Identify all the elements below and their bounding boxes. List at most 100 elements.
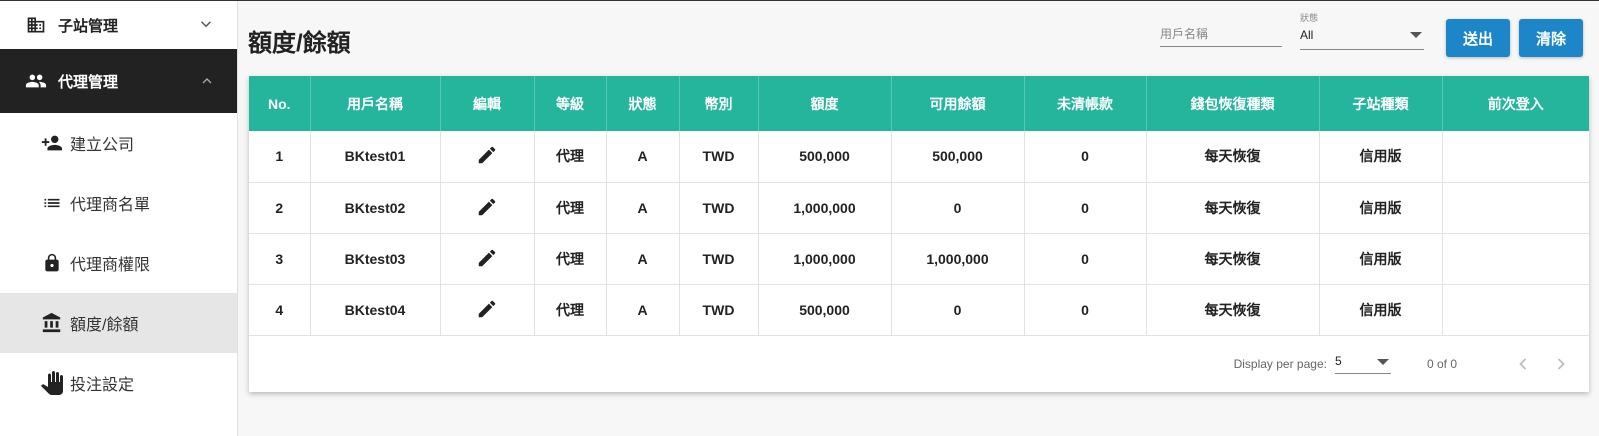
cell-level: 代理 [534,233,607,285]
sidebar-section-label: 代理管理 [58,73,119,91]
status-filter: 狀態 All [1300,11,1424,50]
cell-no: 4 [249,284,311,336]
per-page-value: 5 [1334,354,1342,368]
sidebar-item-label: 子站管理 [58,17,119,35]
edit-pencil-icon[interactable] [475,297,499,321]
cell-no: 1 [249,131,311,183]
sidebar-item-credit-balance[interactable]: 額度/餘額 [0,293,237,353]
cell-wallet: 每天恢復 [1146,284,1320,336]
cell-last-login [1442,182,1589,234]
cell-status: A [606,182,680,234]
cell-site-type: 信用版 [1319,233,1443,285]
username-filter [1160,25,1282,47]
status-select-value: All [1300,28,1314,42]
edit-cell [440,284,535,336]
page-range: 0 of 0 [1426,357,1457,371]
table-body: 1 BKtest01 代理 A TWD 500,000 500,000 0 每天恢復 信用版 2 BK… [249,131,1589,336]
cell-no: 3 [249,233,311,285]
chevron-right-icon [1557,358,1565,370]
cell-outstanding: 0 [1024,284,1147,336]
column-header: No. [249,76,311,131]
cell-currency: TWD [679,284,759,336]
column-header: 狀態 [606,76,680,131]
chevron-left-icon [1519,358,1527,370]
edit-pencil-icon[interactable] [475,195,499,219]
cell-credit: 500,000 [758,284,892,336]
table-row: 4 BKtest04 代理 A TWD 500,000 0 0 每天恢復 信用版 [249,284,1589,336]
cell-site-type: 信用版 [1319,284,1443,336]
sidebar-item-label: 投注設定 [70,377,135,394]
cell-no: 2 [249,182,311,234]
edit-pencil-icon[interactable] [475,246,499,270]
column-header: 可用餘額 [891,76,1025,131]
cell-currency: TWD [679,131,759,183]
sidebar-item-label: 代理商權限 [70,257,151,274]
cell-user: BKtest04 [310,284,441,336]
chevron-down-icon [197,15,215,38]
credit-balance-table: No. 用戶名稱 編輯 等級 狀態 幣別 額度 可用餘額 未清帳款 錢包恢復種類 子站種類 前次登入 … [249,76,1589,336]
cell-wallet: 每天恢復 [1146,131,1320,183]
sidebar-item-create-company[interactable]: 建立公司 [0,113,237,173]
edit-pencil-icon[interactable] [475,143,499,167]
sidebar-item-label: 建立公司 [70,137,135,154]
cell-credit: 1,000,000 [758,182,892,234]
table-row: 3 BKtest03 代理 A TWD 1,000,000 1,000,000 0 每天恢復 信用… [249,233,1589,285]
cell-site-type: 信用版 [1319,131,1443,183]
status-select[interactable]: All [1300,28,1424,50]
cell-user: BKtest01 [310,131,441,183]
cell-available: 0 [891,284,1025,336]
edit-cell [440,182,535,234]
column-header: 等級 [534,76,607,131]
previous-page-button[interactable] [1511,352,1535,376]
edit-cell [440,233,535,285]
cell-last-login [1442,284,1589,336]
bank-icon [40,311,64,335]
column-header: 前次登入 [1442,76,1589,131]
cell-user: BKtest02 [310,182,441,234]
cell-credit: 500,000 [758,131,892,183]
cell-level: 代理 [534,284,607,336]
next-page-button[interactable] [1549,352,1573,376]
cell-wallet: 每天恢復 [1146,233,1320,285]
submit-button[interactable]: 送出 [1446,19,1510,57]
lock-icon [40,251,64,275]
cell-outstanding: 0 [1024,131,1147,183]
sidebar-item-bet-settings[interactable]: 投注設定 [0,353,237,413]
chevron-up-icon [199,73,215,94]
cell-available: 1,000,000 [891,233,1025,285]
sidebar-item-label: 代理商名單 [70,197,151,214]
cell-site-type: 信用版 [1319,182,1443,234]
cell-outstanding: 0 [1024,182,1147,234]
dropdown-arrow-icon [1376,359,1389,365]
person-add-icon [40,131,64,155]
cell-currency: TWD [679,233,759,285]
sidebar: 子站管理 代理管理 建立公司 代理商名單 代理商權限 額度/餘額 投注設定 [0,1,238,436]
cell-status: A [606,233,680,285]
building-icon [24,13,48,37]
hand-icon [40,371,64,395]
list-icon [40,191,64,215]
column-header: 幣別 [679,76,759,131]
cell-wallet: 每天恢復 [1146,182,1320,234]
cell-currency: TWD [679,182,759,234]
clear-button[interactable]: 清除 [1519,19,1583,57]
cell-outstanding: 0 [1024,233,1147,285]
cell-status: A [606,284,680,336]
credit-balance-table-card: No. 用戶名稱 編輯 等級 狀態 幣別 額度 可用餘額 未清帳款 錢包恢復種類 子站種類 前次登入 … [249,76,1589,392]
page-title: 額度/餘額 [248,30,351,57]
sidebar-item-substation-management[interactable]: 子站管理 [0,1,237,49]
username-input[interactable] [1160,27,1282,41]
column-header: 編輯 [440,76,535,131]
cell-level: 代理 [534,131,607,183]
column-header: 錢包恢復種類 [1146,76,1320,131]
cell-user: BKtest03 [310,233,441,285]
cell-last-login [1442,131,1589,183]
sidebar-item-agent-permissions[interactable]: 代理商權限 [0,233,237,293]
dropdown-arrow-icon [1410,32,1422,38]
table-header: No. 用戶名稱 編輯 等級 狀態 幣別 額度 可用餘額 未清帳款 錢包恢復種類 子站種類 前次登入 [249,76,1589,131]
per-page-select[interactable]: 5 [1334,354,1391,374]
sidebar-item-agent-list[interactable]: 代理商名單 [0,173,237,233]
sidebar-item-label: 額度/餘額 [70,317,139,334]
sidebar-section-agent-management[interactable]: 代理管理 [0,49,237,113]
table-row: 2 BKtest02 代理 A TWD 1,000,000 0 0 每天恢復 信用版 [249,182,1589,234]
